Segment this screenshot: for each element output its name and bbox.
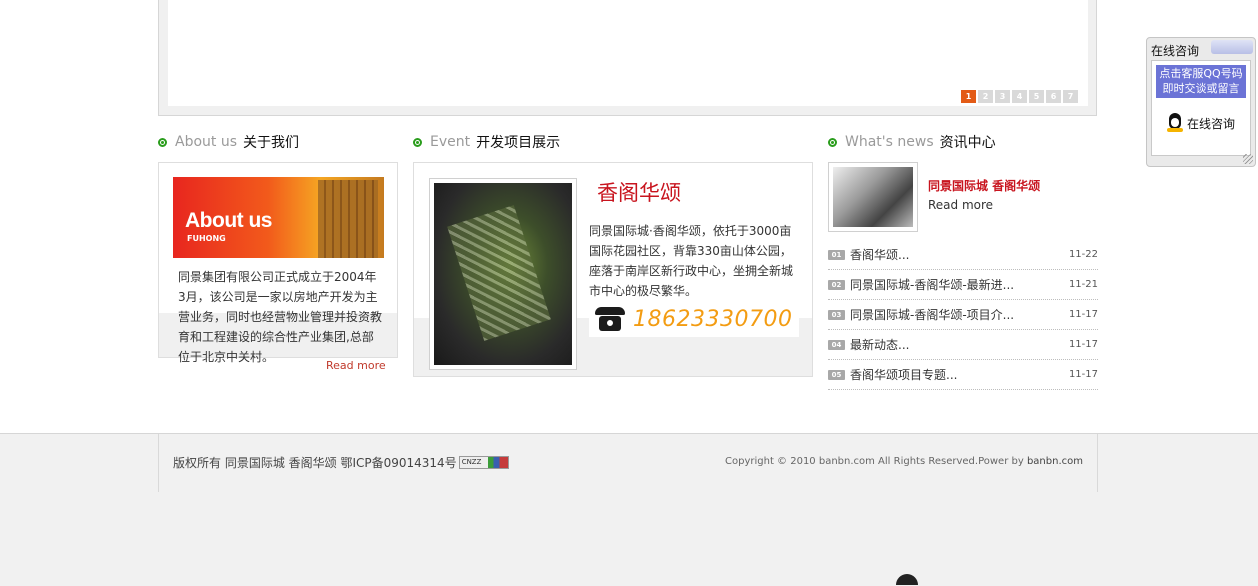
building-graphic (318, 180, 378, 258)
pager-button-3[interactable]: 3 (995, 90, 1010, 103)
banner-slide[interactable] (168, 0, 1088, 106)
about-text: 同景集团有限公司正式成立于2004年3月，该公司是一家以房地产开发为主营业务，同… (178, 270, 383, 364)
news-item-title[interactable]: 香阁华颂... (850, 246, 1069, 263)
news-item[interactable]: 02 同景国际城-香阁华颂-最新进... 11-21 (828, 270, 1098, 300)
news-item[interactable]: 05 香阁华颂项目专题... 11-17 (828, 360, 1098, 390)
news-item-title[interactable]: 香阁华颂项目专题... (850, 366, 1069, 383)
project-image[interactable] (429, 178, 577, 370)
banner: 1 2 3 4 5 6 7 (158, 0, 1097, 116)
widget-title: 在线咨询 (1151, 44, 1200, 58)
news-item-number: 01 (828, 249, 845, 260)
pager-button-1[interactable]: 1 (961, 90, 976, 103)
bullet-icon (828, 137, 837, 147)
project-description: 同景国际城·香阁华颂，依托于3000亩国际花园社区，背靠330亩山体公园，座落于… (589, 224, 794, 298)
news-heading-en: What's news (845, 134, 934, 150)
about-image-title: About us (185, 209, 272, 232)
building-photo (833, 167, 913, 227)
event-panel: 香阁华颂 同景国际城·香阁华颂，依托于3000亩国际花园社区，背靠330亩山体公… (413, 162, 813, 377)
footer-copyright-left: 版权所有 同景国际城 香阁华颂 鄂ICP备09014314号 CNZZ (173, 454, 509, 471)
banner-pager: 1 2 3 4 5 6 7 (961, 90, 1078, 103)
qq-info-banner: 点击客服QQ号码 即时交谈或留言 (1156, 65, 1246, 98)
qq-penguin-icon (1166, 113, 1184, 133)
aerial-photo (434, 183, 572, 365)
pager-button-6[interactable]: 6 (1046, 90, 1061, 103)
cnzz-stat-badge[interactable]: CNZZ (458, 456, 509, 469)
news-item-number: 03 (828, 309, 845, 320)
widget-close-tab[interactable] (1211, 40, 1253, 54)
copyright-text: Copyright © 2010 banbn.com All Rights Re… (725, 456, 1027, 467)
event-heading: Event 开发项目展示 (413, 132, 560, 152)
phone-banner: 18623330700 (589, 301, 799, 337)
news-thumbnail[interactable] (828, 162, 918, 232)
news-heading-cn: 资讯中心 (939, 135, 996, 151)
about-heading-cn: 关于我们 (243, 135, 300, 151)
footer-brand-link[interactable]: banbn.com (1027, 456, 1083, 467)
news-item-date: 11-22 (1068, 249, 1098, 260)
bullet-icon (413, 137, 422, 147)
footer: 版权所有 同景国际城 香阁华颂 鄂ICP备09014314号 CNZZ Copy… (0, 433, 1258, 586)
news-item-date: 11-17 (1068, 309, 1098, 320)
widget-panel: 点击客服QQ号码 即时交谈或留言 在线咨询 (1151, 60, 1251, 156)
pager-button-5[interactable]: 5 (1029, 90, 1044, 103)
about-heading: About us 关于我们 (158, 132, 299, 152)
qq-info-line1: 点击客服QQ号码 (1159, 67, 1243, 80)
bullet-icon (158, 137, 167, 147)
pager-button-2[interactable]: 2 (978, 90, 993, 103)
news-item-date: 11-17 (1068, 369, 1098, 380)
news-item-date: 11-17 (1068, 339, 1098, 350)
news-item[interactable]: 04 最新动态... 11-17 (828, 330, 1098, 360)
news-item-title[interactable]: 最新动态... (850, 336, 1069, 353)
qq-consult-label: 在线咨询 (1187, 116, 1236, 131)
footer-copyright-right: Copyright © 2010 banbn.com All Rights Re… (725, 456, 1083, 467)
news-list: 01 香阁华颂... 11-22 02 同景国际城-香阁华颂-最新进... 11… (828, 240, 1098, 390)
news-item[interactable]: 03 同景国际城-香阁华颂-项目介... 11-17 (828, 300, 1098, 330)
news-item-title[interactable]: 同景国际城-香阁华颂-项目介... (850, 306, 1069, 323)
footer-bar: 版权所有 同景国际城 香阁华颂 鄂ICP备09014314号 CNZZ Copy… (158, 434, 1098, 492)
news-item[interactable]: 01 香阁华颂... 11-22 (828, 240, 1098, 270)
telephone-icon (593, 305, 627, 333)
about-heading-en: About us (175, 134, 238, 150)
news-feature-title[interactable]: 同景国际城 香阁华颂 (928, 177, 1040, 194)
resize-handle-icon[interactable] (1243, 154, 1253, 164)
phone-number: 18623330700 (633, 306, 793, 332)
about-image[interactable]: About us FUHONG (173, 177, 384, 258)
news-item-number: 04 (828, 339, 845, 350)
news-read-more-link[interactable]: Read more (928, 198, 993, 212)
pager-button-4[interactable]: 4 (1012, 90, 1027, 103)
about-image-subtitle: FUHONG (187, 234, 226, 243)
footer-icp-text: 版权所有 同景国际城 香阁华颂 鄂ICP备09014314号 (173, 456, 457, 470)
event-heading-cn: 开发项目展示 (476, 135, 561, 151)
project-title[interactable]: 香阁华颂 (589, 179, 712, 207)
news-item-number: 02 (828, 279, 845, 290)
event-heading-en: Event (430, 134, 471, 150)
online-consult-widget: 在线咨询 点击客服QQ号码 即时交谈或留言 在线咨询 (1146, 37, 1256, 167)
pager-button-7[interactable]: 7 (1063, 90, 1078, 103)
about-panel: About us FUHONG 同景集团有限公司正式成立于2004年3月，该公司… (158, 162, 398, 364)
qq-consult-button[interactable]: 在线咨询 (1166, 113, 1235, 133)
qq-info-line2: 即时交谈或留言 (1162, 82, 1240, 95)
news-item-title[interactable]: 同景国际城-香阁华颂-最新进... (850, 276, 1069, 293)
news-item-date: 11-21 (1068, 279, 1098, 290)
news-heading: What's news 资讯中心 (828, 132, 996, 152)
about-read-more-link[interactable]: Read more (326, 359, 386, 372)
news-item-number: 05 (828, 369, 845, 380)
